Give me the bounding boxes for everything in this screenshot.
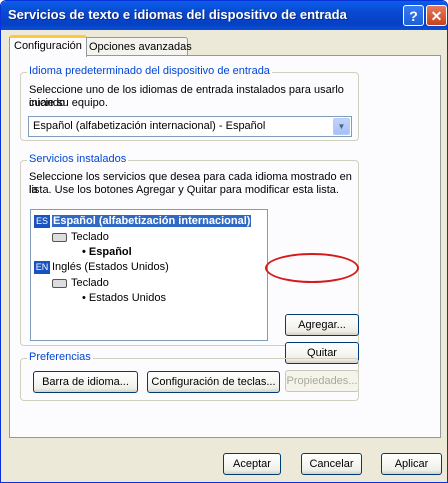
tab-label: Configuración xyxy=(14,40,82,52)
add-button[interactable]: Agregar... xyxy=(285,314,359,336)
chevron-down-icon[interactable]: ▼ xyxy=(333,118,350,135)
tree-item-layout[interactable]: • Español xyxy=(82,245,132,259)
installed-services-group: Servicios instalados Seleccione los serv… xyxy=(20,153,359,392)
tree-item-label: Inglés (Estados Unidos) xyxy=(52,261,169,273)
key-settings-button[interactable]: Configuración de teclas... xyxy=(147,371,280,393)
title-bar[interactable]: Servicios de texto e idiomas del disposi… xyxy=(1,1,447,30)
language-flag-icon: ES xyxy=(34,214,50,228)
group-label: Preferencias xyxy=(27,351,93,363)
tree-item-keyboard[interactable]: Teclado xyxy=(52,276,109,290)
language-flag-icon: EN xyxy=(34,260,50,274)
keyboard-icon xyxy=(52,232,67,242)
tree-item-label: Teclado xyxy=(71,277,109,289)
tree-item-keyboard[interactable]: Teclado xyxy=(52,230,109,244)
description-text: inicie su equipo. xyxy=(29,97,108,109)
apply-button[interactable]: Aplicar xyxy=(381,453,442,475)
window-title: Servicios de texto e idiomas del disposi… xyxy=(8,7,347,22)
close-button[interactable]: ✕ xyxy=(426,5,447,26)
description-text: lista. Use los botones Agregar y Quitar … xyxy=(29,184,339,196)
tree-item-layout[interactable]: • Estados Unidos xyxy=(82,291,166,305)
tree-item-language[interactable]: EN Inglés (Estados Unidos) xyxy=(34,260,169,274)
tab-advanced-options[interactable]: Opciones avanzadas xyxy=(84,37,192,56)
help-button[interactable]: ? xyxy=(403,5,424,26)
ok-button[interactable]: Aceptar xyxy=(223,453,281,475)
tree-item-label: • Estados Unidos xyxy=(82,292,166,304)
dialog-window: Servicios de texto e idiomas del disposi… xyxy=(0,0,448,483)
tab-configuration[interactable]: Configuración xyxy=(9,35,87,57)
preferences-group: Preferencias Barra de idioma... Configur… xyxy=(20,351,359,401)
keyboard-icon xyxy=(52,278,67,288)
default-language-select[interactable]: Español (alfabetización internacional) -… xyxy=(28,116,352,137)
tab-panel: Idioma predeterminado del dispositivo de… xyxy=(9,55,441,438)
tree-item-label: Español (alfabetización internacional) xyxy=(52,215,252,227)
services-tree[interactable]: ES Español (alfabetización internacional)… xyxy=(30,209,268,341)
tab-label: Opciones avanzadas xyxy=(89,41,192,53)
question-icon: ? xyxy=(409,8,418,24)
group-label: Servicios instalados xyxy=(27,153,129,165)
select-value: Español (alfabetización internacional) -… xyxy=(33,120,266,132)
group-label: Idioma predeterminado del dispositivo de… xyxy=(27,65,272,77)
tree-item-label: Teclado xyxy=(71,231,109,243)
close-icon: ✕ xyxy=(430,8,443,24)
default-language-group: Idioma predeterminado del dispositivo de… xyxy=(20,65,359,141)
cancel-button[interactable]: Cancelar xyxy=(301,453,362,475)
language-bar-button[interactable]: Barra de idioma... xyxy=(33,371,138,393)
tree-item-label: • Español xyxy=(82,246,132,258)
tree-item-language[interactable]: ES Español (alfabetización internacional) xyxy=(34,214,252,228)
